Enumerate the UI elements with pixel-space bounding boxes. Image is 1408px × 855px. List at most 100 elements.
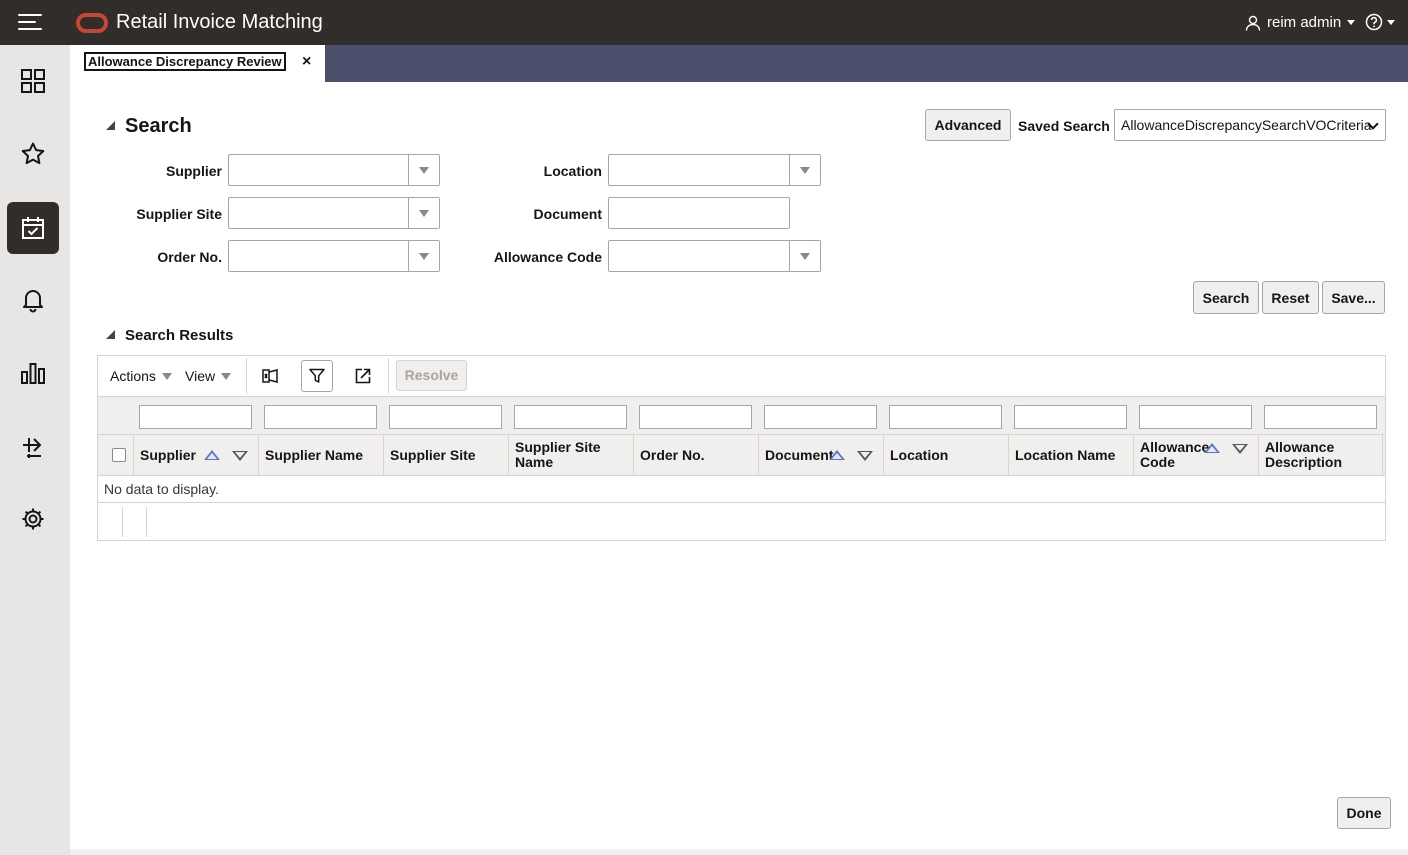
toolbar-divider: [246, 358, 247, 394]
dropdown-arrow-icon[interactable]: [408, 241, 439, 271]
detach-button[interactable]: [347, 360, 379, 392]
saved-search-label: Saved Search: [1018, 118, 1110, 134]
column-header-location[interactable]: Location: [883, 435, 1008, 475]
tasks-calendar-check-icon: [22, 217, 44, 239]
search-section-title: Search: [125, 115, 192, 137]
table-footer: [98, 502, 1385, 540]
sort-ascending-icon[interactable]: [204, 450, 220, 460]
query-by-example-button[interactable]: [301, 360, 333, 392]
column-header-allowance-description[interactable]: Allowance Description: [1258, 435, 1383, 475]
sort-descending-icon[interactable]: [857, 451, 873, 461]
column-header-document[interactable]: Document: [758, 435, 883, 475]
app-title: Retail Invoice Matching: [116, 11, 323, 33]
supplier-label: Supplier: [165, 163, 222, 179]
filter-input-order-no[interactable]: [639, 405, 752, 429]
search-button[interactable]: Search: [1193, 281, 1259, 314]
filter-input-location[interactable]: [889, 405, 1002, 429]
nav-dashboard[interactable]: [7, 55, 59, 107]
sort-ascending-icon[interactable]: [829, 450, 845, 460]
filter-input-supplier-site-name[interactable]: [514, 405, 627, 429]
filter-input-location-name[interactable]: [1014, 405, 1127, 429]
nav-transfer[interactable]: [7, 421, 59, 473]
actions-menu[interactable]: Actions: [110, 368, 172, 384]
allowance-code-combobox[interactable]: [608, 240, 821, 272]
settings-gear-icon: [22, 508, 44, 530]
tab-allowance-discrepancy-review[interactable]: Allowance Discrepancy Review ×: [70, 45, 325, 82]
nav-favorites[interactable]: [7, 128, 59, 180]
filter-input-document[interactable]: [764, 405, 877, 429]
filter-input-allowance-code[interactable]: [1139, 405, 1252, 429]
saved-search-select[interactable]: AllowanceDiscrepancySearchVOCriteria: [1114, 109, 1386, 141]
column-label: Supplier: [140, 447, 197, 463]
bottom-strip: [70, 849, 1408, 855]
reports-bar-chart-icon: [21, 363, 45, 384]
location-label: Location: [543, 163, 602, 179]
column-header-supplier-site-name[interactable]: Supplier Site Name: [508, 435, 633, 475]
supplier-combobox[interactable]: [228, 154, 440, 186]
column-label: Supplier Site: [390, 447, 476, 463]
help-icon: [1365, 13, 1383, 31]
nav-settings[interactable]: [7, 493, 59, 545]
results-table: Actions View Resolve Supplier Supplier N…: [97, 355, 1386, 541]
toolbar-divider: [388, 358, 389, 394]
column-header-supplier[interactable]: Supplier: [133, 435, 258, 475]
column-label: Location: [890, 447, 949, 463]
tab-strip: Allowance Discrepancy Review ×: [70, 45, 1408, 82]
column-header-location-name[interactable]: Location Name: [1008, 435, 1133, 475]
tab-label[interactable]: Allowance Discrepancy Review: [84, 52, 286, 71]
location-combobox[interactable]: [608, 154, 821, 186]
view-menu[interactable]: View: [185, 368, 232, 384]
close-icon[interactable]: ×: [302, 53, 311, 71]
column-header-supplier-name[interactable]: Supplier Name: [258, 435, 383, 475]
hamburger-menu-icon[interactable]: [18, 14, 44, 32]
collapse-triangle-icon[interactable]: [106, 121, 115, 130]
dropdown-arrow-icon[interactable]: [408, 155, 439, 185]
dashboard-grid-icon: [21, 69, 45, 93]
document-input[interactable]: [608, 197, 790, 229]
footer-divider: [122, 507, 123, 537]
chevron-down-icon: [221, 372, 232, 380]
table-header-row: Supplier Supplier Name Supplier Site Sup…: [98, 434, 1385, 476]
done-button[interactable]: Done: [1337, 797, 1391, 829]
reset-button[interactable]: Reset: [1262, 281, 1319, 314]
supplier-site-combobox[interactable]: [228, 197, 440, 229]
freeze-columns-button[interactable]: [254, 360, 286, 392]
nav-reports[interactable]: [7, 347, 59, 399]
top-bar: Retail Invoice Matching reim admin: [0, 0, 1408, 45]
chevron-down-icon: [1387, 19, 1395, 25]
sort-descending-icon[interactable]: [232, 451, 248, 461]
filter-input-supplier-site[interactable]: [389, 405, 502, 429]
filter-input-supplier-name[interactable]: [264, 405, 377, 429]
detach-icon: [355, 368, 371, 384]
column-label: Supplier Name: [265, 447, 364, 463]
filter-row: [98, 396, 1385, 434]
order-no-combobox[interactable]: [228, 240, 440, 272]
filter-input-allowance-description[interactable]: [1264, 405, 1377, 429]
left-nav: [0, 45, 70, 855]
view-label: View: [185, 368, 216, 384]
dropdown-arrow-icon[interactable]: [408, 198, 439, 228]
nav-tasks[interactable]: [7, 202, 59, 254]
advanced-button[interactable]: Advanced: [925, 109, 1011, 141]
user-menu[interactable]: reim admin: [1245, 14, 1356, 31]
chevron-down-icon: [1347, 20, 1356, 25]
select-all-checkbox[interactable]: [112, 448, 126, 462]
dropdown-arrow-icon[interactable]: [789, 155, 820, 185]
sort-descending-icon[interactable]: [1232, 444, 1248, 454]
column-header-supplier-site[interactable]: Supplier Site: [383, 435, 508, 475]
collapse-triangle-icon[interactable]: [106, 330, 115, 339]
favorites-star-icon: [21, 142, 45, 165]
sort-ascending-icon[interactable]: [1204, 443, 1220, 453]
column-label: Allowance Code: [1140, 439, 1210, 470]
column-header-allowance-code[interactable]: Allowance Code: [1133, 435, 1258, 475]
column-label: Supplier Site Name: [515, 439, 601, 470]
filter-input-supplier[interactable]: [139, 405, 252, 429]
help-menu[interactable]: [1365, 13, 1395, 31]
dropdown-arrow-icon[interactable]: [789, 241, 820, 271]
column-label: Allowance Description: [1265, 439, 1343, 470]
column-header-order-no[interactable]: Order No.: [633, 435, 758, 475]
nav-notifications[interactable]: [7, 274, 59, 326]
chevron-down-icon: [161, 372, 172, 380]
empty-table-message: No data to display.: [104, 481, 219, 497]
save-button[interactable]: Save...: [1322, 281, 1385, 314]
